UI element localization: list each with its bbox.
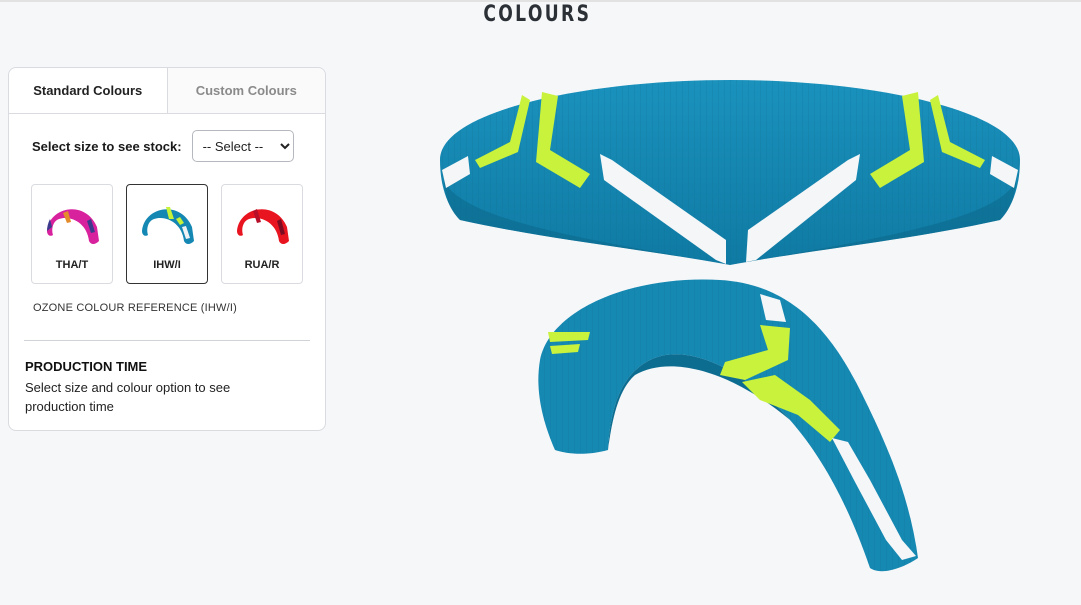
tab-custom-colours[interactable]: Custom Colours	[167, 68, 325, 113]
colour-reference-text: OZONE COLOUR REFERENCE (IHW/I)	[33, 302, 238, 314]
divider	[24, 340, 310, 341]
swatch-rua-r[interactable]: RUA/R	[221, 184, 303, 284]
wing-side-view	[538, 279, 918, 572]
production-time-description: Select size and colour option to see pro…	[25, 380, 231, 414]
size-selector-label: Select size to see stock:	[32, 138, 182, 154]
page-title: COLOURS	[483, 2, 592, 27]
size-selector-row: Select size to see stock: -- Select --	[32, 130, 294, 162]
paraglider-swatch-icon	[142, 207, 194, 244]
paraglider-wing-preview	[440, 80, 1020, 572]
paraglider-swatch-icon	[47, 209, 99, 244]
paraglider-swatch-icon	[237, 209, 289, 244]
tab-standard-colours[interactable]: Standard Colours	[9, 68, 168, 113]
swatch-label: THA/T	[55, 259, 89, 271]
wing-top-view	[440, 80, 1020, 265]
size-select[interactable]: -- Select --	[191, 130, 294, 162]
swatch-ihw-i[interactable]: IHW/I	[126, 184, 208, 284]
swatch-label: IHW/I	[153, 259, 181, 271]
colour-swatch-list: THA/T IHW/I RUA/R	[31, 184, 303, 284]
swatch-tha-t[interactable]: THA/T	[31, 184, 113, 284]
swatch-label: RUA/R	[244, 259, 280, 271]
colour-options-panel: Standard Colours Custom Colours Select s…	[8, 67, 326, 431]
production-time-heading: PRODUCTION TIME	[25, 359, 148, 374]
colour-tabs: Standard Colours Custom Colours	[9, 68, 325, 114]
